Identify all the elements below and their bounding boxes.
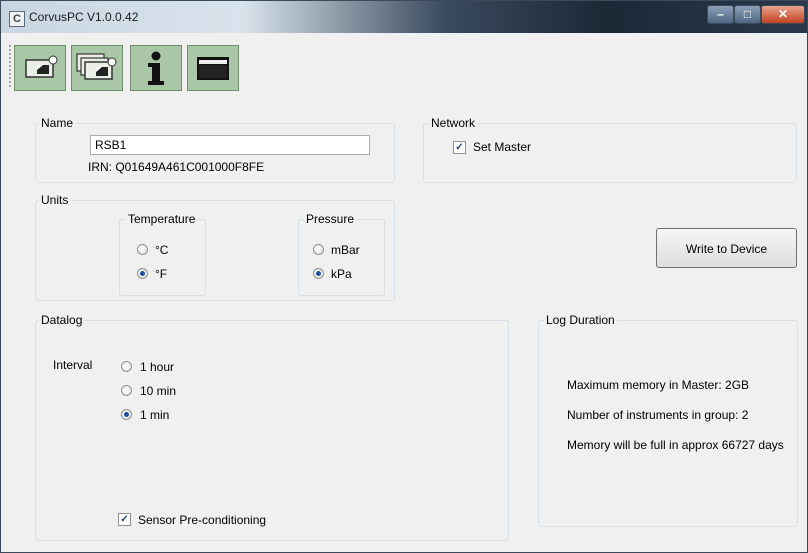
network-group-label: Network bbox=[429, 116, 478, 130]
mbar-label[interactable]: mBar bbox=[331, 243, 360, 257]
name-group-label: Name bbox=[39, 116, 76, 130]
pressure-group-label: Pressure bbox=[304, 212, 357, 226]
info-icon bbox=[148, 51, 164, 85]
interval-1hour-label[interactable]: 1 hour bbox=[140, 360, 174, 374]
interval-label: Interval bbox=[53, 358, 93, 372]
mbar-radio[interactable] bbox=[313, 244, 324, 255]
log-duration-group bbox=[538, 320, 798, 527]
datalog-group-label: Datalog bbox=[39, 313, 85, 327]
set-master-label[interactable]: Set Master bbox=[473, 140, 531, 154]
interval-1min-label[interactable]: 1 min bbox=[140, 408, 169, 422]
screen-icon bbox=[197, 57, 229, 80]
name-input[interactable] bbox=[90, 135, 370, 155]
info-button[interactable] bbox=[130, 45, 182, 91]
screen-button[interactable] bbox=[187, 45, 239, 91]
multi-device-button[interactable] bbox=[71, 45, 123, 91]
sensor-preconditioning-label[interactable]: Sensor Pre-conditioning bbox=[138, 513, 266, 527]
temperature-group-label: Temperature bbox=[126, 212, 198, 226]
kpa-radio[interactable] bbox=[313, 268, 324, 279]
window-title: CorvusPC V1.0.0.42 bbox=[29, 10, 139, 24]
multi-device-icon bbox=[76, 53, 117, 80]
write-to-device-button[interactable]: Write to Device bbox=[656, 228, 797, 268]
sensor-preconditioning-checkbox[interactable]: ✓ bbox=[118, 513, 131, 526]
single-device-button[interactable] bbox=[14, 45, 66, 91]
temperature-group bbox=[119, 219, 206, 296]
interval-1min-radio[interactable] bbox=[121, 409, 132, 420]
pressure-group bbox=[298, 219, 385, 296]
kpa-label[interactable]: kPa bbox=[331, 267, 352, 281]
interval-10min-label[interactable]: 10 min bbox=[140, 384, 176, 398]
close-icon: ✕ bbox=[777, 7, 789, 21]
units-group-label: Units bbox=[39, 193, 71, 207]
minimize-button[interactable]: – bbox=[707, 5, 734, 24]
title-bar[interactable]: C CorvusPC V1.0.0.42 – □ ✕ bbox=[1, 1, 807, 33]
celsius-label[interactable]: °C bbox=[155, 243, 168, 257]
datalog-group bbox=[35, 320, 509, 541]
minimize-icon: – bbox=[717, 7, 724, 21]
maximize-icon: □ bbox=[743, 7, 752, 21]
memory-full-text: Memory will be full in approx 66727 days bbox=[567, 438, 784, 452]
log-duration-group-label: Log Duration bbox=[544, 313, 617, 327]
instrument-count-text: Number of instruments in group: 2 bbox=[567, 408, 749, 422]
interval-10min-radio[interactable] bbox=[121, 385, 132, 396]
fahrenheit-radio[interactable] bbox=[137, 268, 148, 279]
celsius-radio[interactable] bbox=[137, 244, 148, 255]
maximize-button[interactable]: □ bbox=[734, 5, 761, 24]
close-button[interactable]: ✕ bbox=[761, 5, 805, 24]
single-device-icon bbox=[25, 55, 58, 78]
interval-1hour-radio[interactable] bbox=[121, 361, 132, 372]
toolbar bbox=[9, 39, 799, 93]
set-master-checkbox[interactable]: ✓ bbox=[453, 141, 466, 154]
app-icon: C bbox=[9, 11, 25, 27]
fahrenheit-label[interactable]: °F bbox=[155, 267, 167, 281]
max-memory-text: Maximum memory in Master: 2GB bbox=[567, 378, 750, 392]
main-window: C CorvusPC V1.0.0.42 – □ ✕ Name RSB1 IRN… bbox=[0, 0, 808, 553]
irn-text: IRN: Q01649A461C001000F8FE bbox=[88, 160, 265, 174]
